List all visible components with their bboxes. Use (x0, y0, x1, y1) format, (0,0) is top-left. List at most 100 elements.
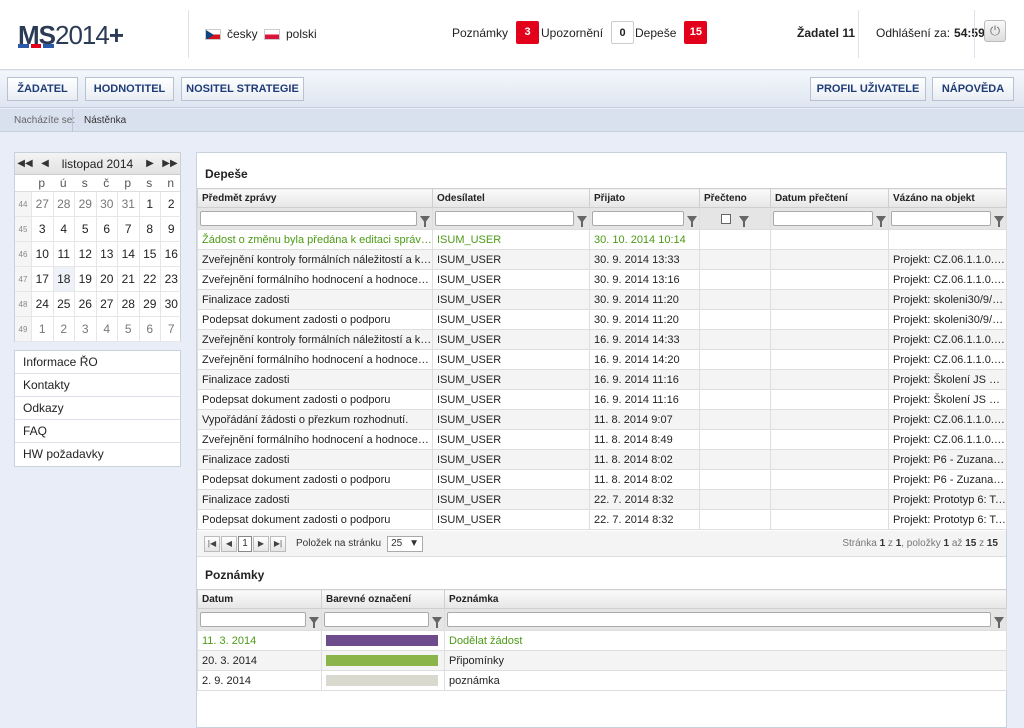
user-name[interactable]: Žadatel 11 (797, 26, 855, 40)
table-row[interactable]: Zveřejnění formálního hodnocení a hodnoc… (197, 269, 1007, 290)
calendar-day[interactable]: 21 (117, 267, 139, 292)
column-header[interactable]: Poznámka (444, 589, 1007, 609)
filter-icon[interactable] (739, 215, 749, 227)
filter-icon[interactable] (577, 215, 587, 227)
table-row[interactable]: Zveřejnění formálního hodnocení a hodnoc… (197, 349, 1007, 370)
table-row[interactable]: 2. 9. 2014 poznámka (197, 670, 1007, 691)
column-header[interactable]: Odesílatel (432, 188, 590, 208)
table-row[interactable]: 11. 3. 2014 Dodělat žádost (197, 630, 1007, 651)
last-page-icon[interactable]: ▶| (270, 535, 286, 552)
side-link[interactable]: FAQ (15, 420, 180, 443)
column-header[interactable]: Přečteno (699, 188, 771, 208)
nav-nositel-strategie-button[interactable]: NOSITEL STRATEGIE (181, 77, 304, 101)
calendar-title[interactable]: listopad 2014 (55, 157, 140, 171)
table-row[interactable]: 20. 3. 2014 Připomínky (197, 650, 1007, 671)
message-object[interactable]: Projekt: Prototyp 6: Tes... (888, 509, 1007, 530)
prev-month-icon[interactable]: ◀ (35, 158, 55, 169)
calendar-day[interactable]: 20 (95, 267, 117, 292)
lang-polish[interactable]: polski (264, 27, 317, 41)
calendar-day[interactable]: 18 (52, 267, 74, 292)
nav-profile-button[interactable]: PROFIL UŽIVATELE (810, 77, 926, 101)
calendar-day[interactable]: 24 (31, 292, 53, 317)
calendar-day[interactable]: 28 (52, 192, 74, 217)
message-object[interactable] (888, 229, 1007, 250)
calendar-day[interactable]: 23 (160, 267, 182, 292)
table-row[interactable]: Žádost o změnu byla předána k editaci sp… (197, 229, 1007, 250)
filter-input[interactable] (324, 612, 429, 627)
table-row[interactable]: Zveřejnění kontroly formálních náležitos… (197, 329, 1007, 350)
lang-czech[interactable]: česky (205, 27, 258, 41)
table-row[interactable]: Vypořádání žádosti o přezkum rozhodnutí.… (197, 409, 1007, 430)
calendar-day[interactable]: 14 (117, 242, 139, 267)
calendar-day[interactable]: 2 (160, 192, 182, 217)
breadcrumb-item[interactable]: Nástěnka (84, 115, 126, 126)
prev-page-icon[interactable]: ◀ (221, 535, 237, 552)
filter-input[interactable] (447, 612, 991, 627)
filter-icon[interactable] (420, 215, 430, 227)
message-object[interactable]: Projekt: Prototyp 6: Tes... (888, 489, 1007, 510)
calendar-day[interactable]: 26 (74, 292, 96, 317)
side-link[interactable]: Kontakty (15, 374, 180, 397)
first-page-icon[interactable]: |◀ (204, 535, 220, 552)
calendar-day[interactable]: 13 (95, 242, 117, 267)
calendar-day[interactable]: 30 (160, 292, 182, 317)
calendar-day[interactable]: 15 (138, 242, 160, 267)
calendar-day[interactable]: 9 (160, 217, 182, 242)
calendar-day[interactable]: 31 (117, 192, 139, 217)
calendar-day[interactable]: 7 (117, 217, 139, 242)
calendar-day[interactable]: 1 (138, 192, 160, 217)
side-link[interactable]: Odkazy (15, 397, 180, 420)
filter-icon[interactable] (687, 215, 697, 227)
page-number[interactable]: 1 (238, 535, 252, 552)
filter-input[interactable] (435, 211, 574, 226)
calendar-day[interactable]: 29 (138, 292, 160, 317)
table-row[interactable]: Zveřejnění formálního hodnocení a hodnoc… (197, 429, 1007, 450)
next-page-icon[interactable]: ▶ (253, 535, 269, 552)
calendar-day[interactable]: 5 (117, 317, 139, 342)
calendar-day[interactable]: 30 (95, 192, 117, 217)
notes-counter[interactable]: Poznámky 3 (452, 21, 540, 44)
side-link[interactable]: HW požadavky (15, 443, 180, 466)
calendar-day[interactable]: 4 (52, 217, 74, 242)
table-row[interactable]: Finalizace zadosti ISUM_USER 30. 9. 2014 1… (197, 289, 1007, 310)
calendar-day[interactable]: 28 (117, 292, 139, 317)
column-header[interactable]: Vázáno na objekt (888, 188, 1007, 208)
table-row[interactable]: Podepsat dokument zadosti o podporu ISUM_… (197, 509, 1007, 530)
calendar-day[interactable]: 16 (160, 242, 182, 267)
calendar-day[interactable]: 17 (31, 267, 53, 292)
next-month-icon[interactable]: ▶ (140, 158, 160, 169)
message-object[interactable]: Projekt: P6 - Zuzana, 11... (888, 449, 1007, 470)
column-header[interactable]: Datum přečtení (770, 188, 889, 208)
message-object[interactable]: Projekt: skoleni30/9/20... (888, 289, 1007, 310)
table-row[interactable]: Finalizace zadosti ISUM_USER 11. 8. 2014 8… (197, 449, 1007, 470)
table-row[interactable]: Finalizace zadosti ISUM_USER 22. 7. 2014 8… (197, 489, 1007, 510)
calendar-day[interactable]: 22 (138, 267, 160, 292)
calendar-day[interactable]: 4 (95, 317, 117, 342)
table-row[interactable]: Zveřejnění kontroly formálních náležitos… (197, 249, 1007, 270)
filter-icon[interactable] (994, 215, 1004, 227)
calendar-day[interactable]: 8 (138, 217, 160, 242)
calendar-day[interactable]: 11 (52, 242, 74, 267)
column-header[interactable]: Datum (197, 589, 322, 609)
calendar-day[interactable]: 25 (52, 292, 74, 317)
calendar-day[interactable]: 27 (95, 292, 117, 317)
message-object[interactable]: Projekt: CZ.06.1.1.0.14_... (888, 329, 1007, 350)
table-row[interactable]: Finalizace zadosti ISUM_USER 16. 9. 2014 1… (197, 369, 1007, 390)
filter-icon[interactable] (994, 616, 1004, 628)
filter-input[interactable] (200, 211, 417, 226)
table-row[interactable]: Podepsat dokument zadosti o podporu ISUM_… (197, 469, 1007, 490)
calendar-day[interactable]: 3 (74, 317, 96, 342)
column-header[interactable]: Předmět zprávy (197, 188, 433, 208)
calendar-day[interactable]: 7 (160, 317, 182, 342)
message-object[interactable]: Projekt: Školení JS 16.9. (888, 369, 1007, 390)
calendar-day[interactable]: 12 (74, 242, 96, 267)
message-object[interactable]: Projekt: CZ.06.1.1.0.14_... (888, 269, 1007, 290)
power-icon[interactable]: ⏻ (984, 20, 1006, 42)
calendar-day[interactable]: 5 (74, 217, 96, 242)
calendar-day[interactable]: 6 (138, 317, 160, 342)
side-link[interactable]: Informace ŘO (15, 351, 180, 374)
message-object[interactable]: Projekt: CZ.06.1.1.0.14_... (888, 429, 1007, 450)
filter-input[interactable] (200, 612, 306, 627)
message-object[interactable]: Projekt: CZ.06.1.1.0.14_... (888, 249, 1007, 270)
read-filter-checkbox[interactable] (721, 213, 731, 224)
